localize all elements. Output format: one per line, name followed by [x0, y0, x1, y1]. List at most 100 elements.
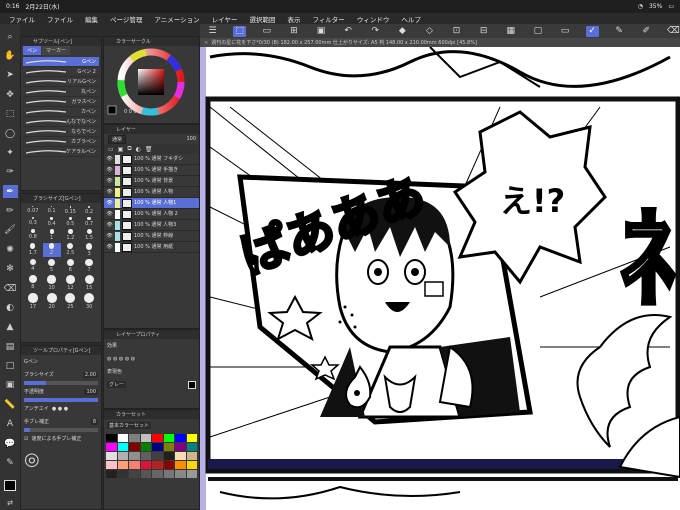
menu-item-3[interactable]: ページ管理 — [105, 14, 147, 24]
expression-select[interactable]: グレー — [107, 381, 127, 388]
color-swatch[interactable] — [117, 443, 128, 451]
color-swatch[interactable] — [140, 443, 151, 451]
brush-item[interactable]: カペン — [23, 107, 99, 117]
brush-size-preset[interactable]: 0.3 — [24, 217, 42, 227]
figure-icon[interactable]: □ — [3, 359, 18, 372]
gradient-icon[interactable]: ▤ — [3, 340, 18, 353]
menu-item-2[interactable]: 編集 — [80, 14, 103, 24]
color-swatch[interactable] — [152, 443, 163, 451]
brush-size-preset[interactable]: 0.07 — [24, 206, 42, 215]
layer-row[interactable]: 👁 100 % 通常 人物 2 — [104, 209, 199, 220]
color-wheel[interactable] — [104, 46, 199, 124]
brush-size-preset[interactable]: 5 — [43, 258, 61, 274]
layer-row[interactable]: 👁 100 % 通常 人物3 — [104, 220, 199, 231]
brush-size-preset[interactable]: 1.7 — [24, 243, 42, 256]
color-swatch[interactable] — [186, 470, 197, 478]
expression-color-swatch[interactable] — [188, 380, 196, 389]
brush-item[interactable]: Gペン 2 — [23, 67, 99, 77]
eyedropper-icon[interactable]: ✑ — [3, 166, 18, 179]
text-icon[interactable]: ▭ — [558, 26, 571, 37]
save-icon[interactable]: ▣ — [314, 26, 327, 37]
brush-tool-icon[interactable]: 🖌 — [3, 224, 18, 237]
grid-icon[interactable]: ▦ — [504, 26, 517, 37]
eye-icon[interactable]: 👁 — [106, 155, 113, 164]
folder-icon[interactable]: ▣ — [118, 146, 124, 153]
layer-row[interactable]: 👁 100 % 通常 手描き — [104, 165, 199, 176]
brush-item[interactable]: 丸ペン — [23, 87, 99, 97]
effect-icons[interactable]: ◍ ◍ ◍ ◍ ◍ — [107, 356, 135, 362]
brush-size-preset[interactable]: 17 — [24, 293, 42, 310]
color-swatch[interactable] — [163, 452, 174, 460]
brush-size-preset[interactable]: 0.5 — [62, 217, 80, 227]
menu-item-7[interactable]: 表示 — [282, 14, 305, 24]
brush-size-preset[interactable]: 7 — [80, 258, 98, 273]
redo-icon[interactable]: ↷ — [369, 26, 382, 37]
brush-size-preset[interactable]: 1.5 — [80, 229, 98, 241]
transform-icon[interactable]: ⊡ — [450, 26, 463, 37]
balloon-icon[interactable]: 💬 — [3, 437, 18, 450]
settings-dial-icon[interactable]: ◎ — [24, 449, 40, 470]
color-swatch[interactable] — [152, 434, 163, 442]
eraser-icon[interactable]: ⌫ — [667, 26, 680, 37]
color-swatch[interactable] — [106, 470, 117, 478]
color-swatch[interactable] — [106, 434, 117, 442]
stabilize-slider[interactable] — [24, 428, 98, 432]
color-swatch[interactable] — [117, 470, 128, 478]
frame-icon[interactable]: ▣ — [3, 379, 18, 392]
layer-row[interactable]: 👁 100 % 通常 人物1 — [104, 198, 199, 209]
brush-size-preset[interactable]: 0.4 — [43, 217, 61, 227]
brush-item[interactable]: ガラスペン — [23, 97, 99, 107]
opacity-value[interactable]: 100 — [84, 388, 98, 395]
color-swatch[interactable] — [175, 443, 186, 451]
canvas-area[interactable]: ぱあああ え!? ﾈ — [200, 47, 680, 510]
menu-item-1[interactable]: ファイル — [42, 14, 78, 24]
menu-item-0[interactable]: ファイル — [4, 14, 40, 24]
brush-item[interactable]: ならでペン — [23, 127, 99, 137]
airbrush-icon[interactable]: ✺ — [3, 243, 18, 256]
operation-icon[interactable]: ➤ — [3, 69, 18, 82]
color-swatch[interactable] — [175, 461, 186, 469]
color-swatch[interactable] — [129, 434, 140, 442]
blend-icon[interactable]: ◐ — [3, 301, 18, 314]
select-icon[interactable]: ⬚ — [3, 108, 18, 121]
brush-size-preset[interactable]: 0.8 — [24, 229, 42, 241]
new-layer-icon[interactable]: ▭ — [108, 146, 114, 153]
color-swatch[interactable] — [163, 434, 174, 442]
pencil-icon[interactable]: ✏ — [3, 204, 18, 217]
fill-tool-icon[interactable]: ▲ — [3, 321, 18, 334]
layer-row[interactable]: 👁 100 % 通常 枠線 — [104, 231, 199, 242]
ruler-icon[interactable]: 📏 — [3, 398, 18, 411]
brush-size-value[interactable]: 2.00 — [82, 371, 98, 378]
cursor-icon[interactable]: ⬚ — [233, 25, 247, 37]
color-swatch[interactable] — [175, 434, 186, 442]
layer-row[interactable]: 👁 100 % 通常 背景 — [104, 176, 199, 187]
color-swatch[interactable] — [186, 434, 197, 442]
color-swatch[interactable] — [129, 470, 140, 478]
eye-icon[interactable]: 👁 — [106, 199, 113, 208]
blend-mode-select[interactable]: 通常 — [108, 134, 127, 144]
color-swatch[interactable] — [163, 443, 174, 451]
brush-item[interactable]: Gペン — [23, 57, 99, 67]
crop-icon[interactable]: ⊟ — [477, 26, 490, 37]
brush-size-preset[interactable]: 2.5 — [62, 243, 80, 256]
speed-checkbox[interactable]: ☑ — [24, 436, 28, 442]
new-icon[interactable]: ▭ — [260, 26, 273, 37]
brush-size-preset[interactable]: 10 — [43, 275, 61, 291]
color-swatch[interactable] — [129, 443, 140, 451]
antialias-options[interactable]: ● ● ● — [52, 406, 68, 412]
color-swatch[interactable] — [186, 443, 197, 451]
color-swatch[interactable] — [186, 452, 197, 460]
brush-item[interactable]: カブラペン — [23, 137, 99, 147]
subtool-tab-pen[interactable]: ペン — [23, 46, 42, 55]
color-swatch[interactable] — [117, 461, 128, 469]
color-swatch[interactable] — [129, 461, 140, 469]
color-swatch[interactable] — [140, 461, 151, 469]
color-swatch[interactable] — [117, 434, 128, 442]
lasso-icon[interactable]: ◯ — [3, 127, 18, 140]
color-swatch[interactable] — [152, 470, 163, 478]
eye-icon[interactable]: 👁 — [106, 232, 113, 241]
undo-icon[interactable]: ↶ — [342, 26, 355, 37]
correct-line-icon[interactable]: ✎ — [3, 456, 18, 469]
color-swatch[interactable] — [152, 461, 163, 469]
menu-item-9[interactable]: ウィンドウ — [352, 14, 395, 24]
